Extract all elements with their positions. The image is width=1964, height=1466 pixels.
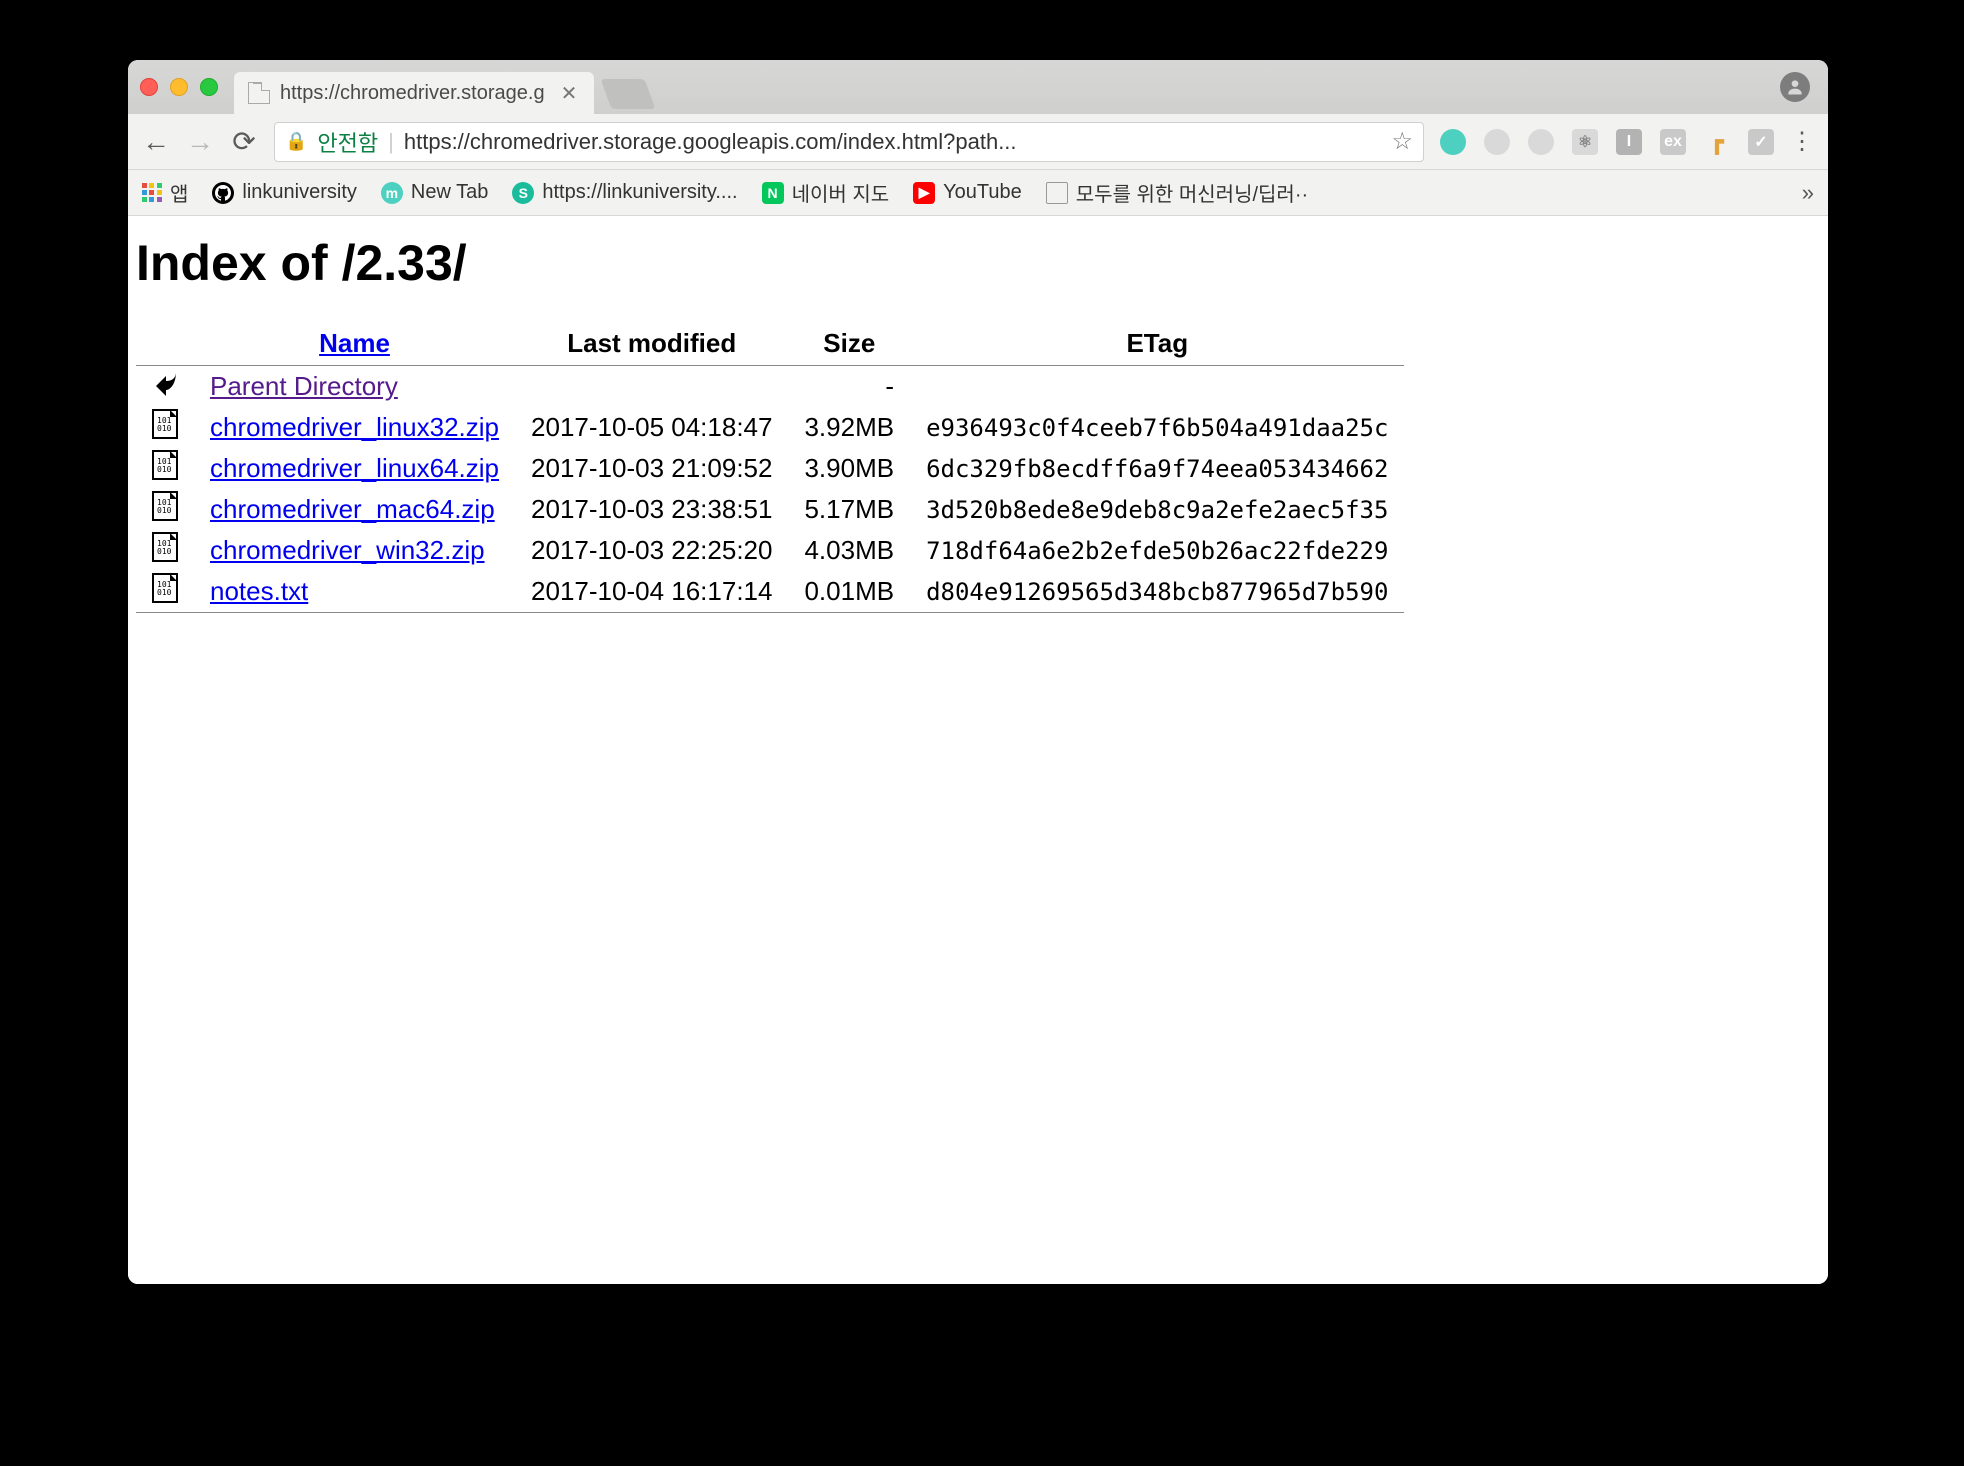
window-controls	[140, 78, 218, 96]
file-etag: 3d520b8ede8e9deb8c9a2efe2aec5f35	[910, 489, 1404, 530]
tab-title: https://chromedriver.storage.g	[280, 82, 545, 105]
file-link[interactable]: chromedriver_mac64.zip	[210, 494, 495, 524]
naver-icon: N	[762, 182, 784, 204]
file-link[interactable]: chromedriver_linux64.zip	[210, 453, 499, 483]
extension-icon[interactable]	[1528, 129, 1554, 155]
security-label: 안전함	[317, 126, 378, 158]
file-size: 5.17MB	[788, 489, 910, 530]
file-size: 3.90MB	[788, 448, 910, 489]
browser-window: https://chromedriver.storage.g ✕ ← → ⟳ 🔒…	[128, 60, 1828, 1284]
back-button[interactable]: ←	[142, 126, 170, 158]
tab-strip: https://chromedriver.storage.g ✕	[128, 60, 1828, 114]
bookmark-item[interactable]: m New Tab	[381, 181, 488, 204]
svg-text:010: 010	[157, 465, 172, 474]
file-size: 4.03MB	[788, 530, 910, 571]
profile-avatar-button[interactable]	[1780, 72, 1810, 102]
file-size: 0.01MB	[788, 571, 910, 612]
table-header-row: Name Last modified Size ETag	[136, 322, 1404, 365]
file-etag: e936493c0f4ceeb7f6b504a491daa25c	[910, 407, 1404, 448]
extension-icons: ⚛ I ex ┏ ✓	[1440, 129, 1774, 155]
close-window-button[interactable]	[140, 78, 158, 96]
table-row: 101010 chromedriver_mac64.zip 2017-10-03…	[136, 489, 1404, 530]
close-tab-button[interactable]: ✕	[561, 81, 578, 106]
table-row: 101010 chromedriver_linux64.zip 2017-10-…	[136, 448, 1404, 489]
file-etag: 718df64a6e2b2efde50b26ac22fde229	[910, 530, 1404, 571]
file-modified: 2017-10-05 04:18:47	[515, 407, 788, 448]
bookmarks-overflow-button[interactable]: »	[1802, 180, 1814, 206]
parent-directory-row: Parent Directory -	[136, 366, 1404, 407]
binary-file-icon: 101010	[152, 573, 178, 603]
extension-icon[interactable]: I	[1616, 129, 1642, 155]
col-header-etag: ETag	[910, 322, 1404, 365]
extension-icon[interactable]: ┏	[1704, 129, 1730, 155]
back-arrow-icon	[152, 368, 178, 398]
newtab-icon: m	[381, 182, 403, 204]
file-modified: 2017-10-03 21:09:52	[515, 448, 788, 489]
svg-text:010: 010	[157, 547, 172, 556]
url-text: https://chromedriver.storage.googleapis.…	[404, 129, 1382, 155]
page-content: Index of /2.33/ Name Last modified Size …	[128, 216, 1828, 1284]
minimize-window-button[interactable]	[170, 78, 188, 96]
extension-icon[interactable]	[1440, 129, 1466, 155]
file-modified: 2017-10-03 22:25:20	[515, 530, 788, 571]
file-link[interactable]: chromedriver_win32.zip	[210, 535, 485, 565]
github-icon	[212, 182, 234, 204]
binary-file-icon: 101010	[152, 491, 178, 521]
chrome-menu-button[interactable]: ⋮	[1790, 127, 1814, 156]
zoom-window-button[interactable]	[200, 78, 218, 96]
parent-directory-link[interactable]: Parent Directory	[210, 371, 398, 401]
apps-button[interactable]: 앱	[142, 178, 188, 207]
extension-icon[interactable]: ⚛	[1572, 129, 1598, 155]
file-modified: 2017-10-04 16:17:14	[515, 571, 788, 612]
active-tab[interactable]: https://chromedriver.storage.g ✕	[234, 72, 594, 114]
table-row: 101010 notes.txt 2017-10-04 16:17:14 0.0…	[136, 571, 1404, 612]
file-link[interactable]: chromedriver_linux32.zip	[210, 412, 499, 442]
site-icon: S	[512, 182, 534, 204]
bookmark-item[interactable]: linkuniversity	[212, 181, 356, 204]
extension-icon[interactable]: ex	[1660, 129, 1686, 155]
apps-grid-icon	[142, 183, 162, 203]
forward-button[interactable]: →	[186, 126, 214, 158]
sort-by-name-link[interactable]: Name	[319, 328, 390, 358]
bookmark-item[interactable]: ▶ YouTube	[913, 181, 1022, 204]
extension-icon[interactable]: ✓	[1748, 129, 1774, 155]
binary-file-icon: 101010	[152, 450, 178, 480]
bookmarks-bar: 앱 linkuniversity m New Tab S https://lin…	[128, 170, 1828, 216]
file-size: 3.92MB	[788, 407, 910, 448]
page-title: Index of /2.33/	[136, 234, 1820, 292]
bookmark-item[interactable]: S https://linkuniversity....	[512, 181, 737, 204]
binary-file-icon: 101010	[152, 409, 178, 439]
page-icon	[1046, 182, 1068, 204]
lock-icon: 🔒	[285, 131, 307, 152]
reload-button[interactable]: ⟳	[230, 125, 258, 158]
apps-label: 앱	[170, 178, 188, 207]
file-etag: 6dc329fb8ecdff6a9f74eea053434662	[910, 448, 1404, 489]
svg-text:010: 010	[157, 424, 172, 433]
file-listing-table: Name Last modified Size ETag Parent Dire…	[136, 322, 1404, 613]
youtube-icon: ▶	[913, 182, 935, 204]
file-etag: d804e91269565d348bcb877965d7b590	[910, 571, 1404, 612]
bookmark-star-button[interactable]: ☆	[1391, 127, 1413, 156]
binary-file-icon: 101010	[152, 532, 178, 562]
address-bar[interactable]: 🔒 안전함 | https://chromedriver.storage.goo…	[274, 122, 1424, 162]
svg-text:010: 010	[157, 506, 172, 515]
page-favicon-icon	[248, 82, 270, 104]
extension-icon[interactable]	[1484, 129, 1510, 155]
svg-text:010: 010	[157, 588, 172, 597]
col-header-size: Size	[788, 322, 910, 365]
bookmark-item[interactable]: 모두를 위한 머신러닝/딥러··	[1046, 178, 1308, 207]
new-tab-button[interactable]	[601, 79, 656, 109]
col-header-modified: Last modified	[515, 322, 788, 365]
table-row: 101010 chromedriver_win32.zip 2017-10-03…	[136, 530, 1404, 571]
file-modified: 2017-10-03 23:38:51	[515, 489, 788, 530]
table-row: 101010 chromedriver_linux32.zip 2017-10-…	[136, 407, 1404, 448]
bookmark-item[interactable]: N 네이버 지도	[762, 178, 890, 207]
file-link[interactable]: notes.txt	[210, 576, 308, 606]
person-icon	[1785, 77, 1805, 97]
nav-toolbar: ← → ⟳ 🔒 안전함 | https://chromedriver.stora…	[128, 114, 1828, 170]
parent-size: -	[788, 366, 910, 407]
